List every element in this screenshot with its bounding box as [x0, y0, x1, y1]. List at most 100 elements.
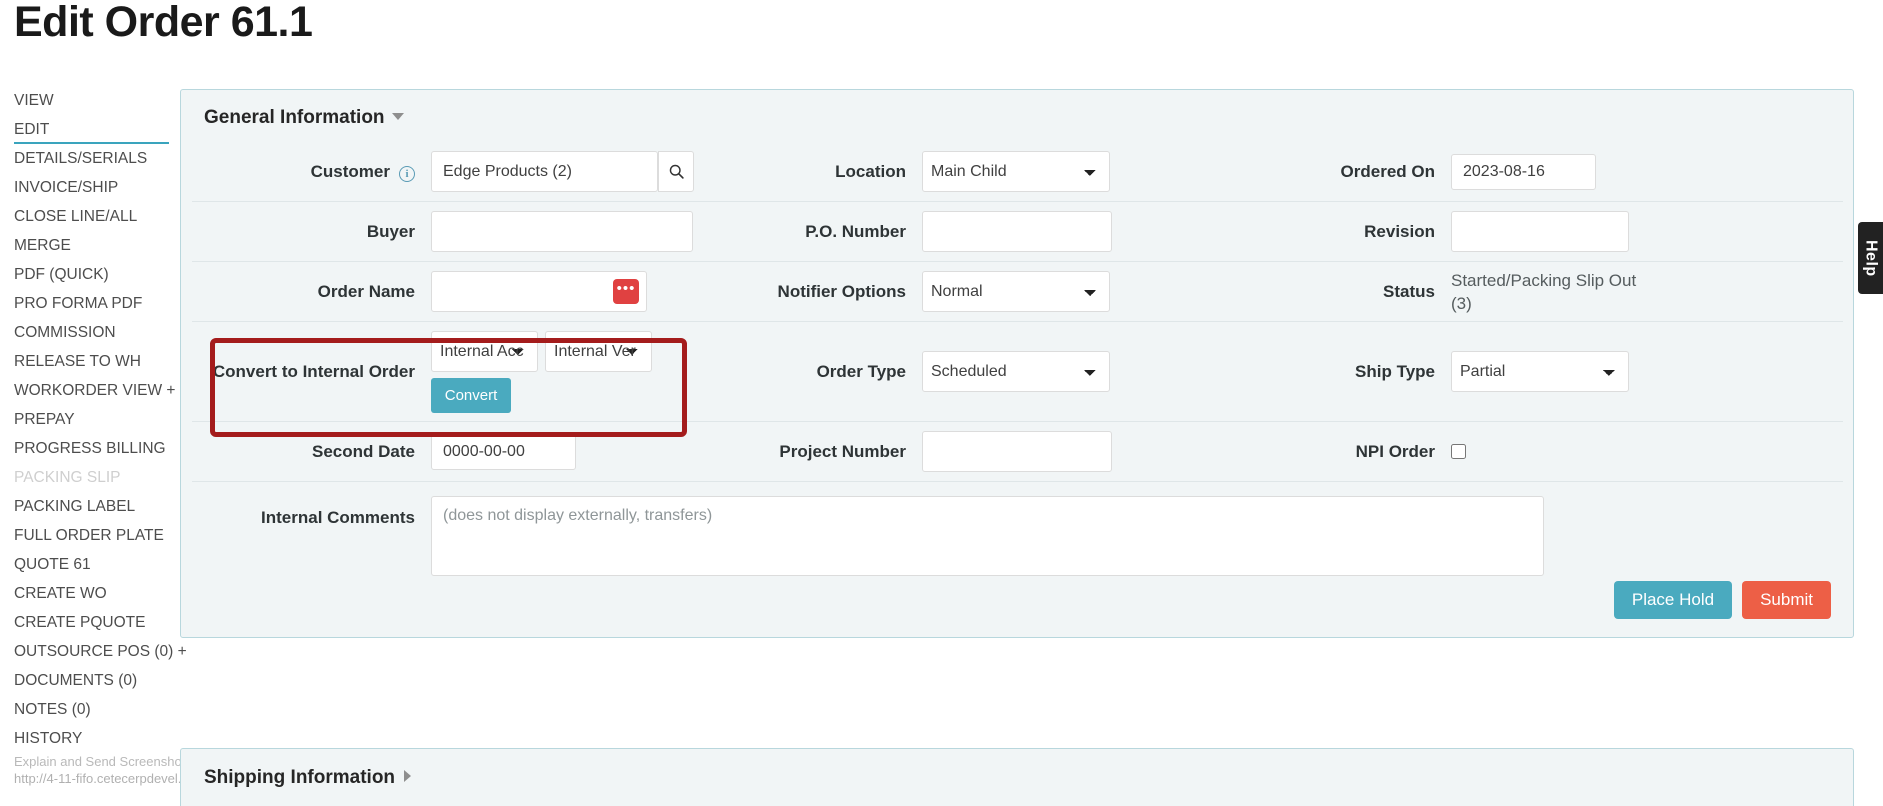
sidebar-item-edit[interactable]: EDIT [14, 115, 169, 144]
order-name-wrapper: ••• [431, 271, 647, 312]
order-type-select[interactable]: Scheduled [922, 351, 1110, 392]
project-number-input[interactable] [922, 431, 1112, 472]
form-row-second-date: Second Date Project Number NPI Order [192, 422, 1843, 482]
field-project-number: Project Number [700, 422, 1208, 481]
ordered-on-input[interactable] [1451, 153, 1596, 190]
internal-comments-textarea[interactable] [431, 496, 1544, 576]
form-row-order-name: Order Name ••• Notifier Options Normal S… [192, 262, 1843, 322]
sidebar-item-packing-slip: PACKING SLIP [14, 469, 121, 486]
npi-order-label: NPI Order [1355, 441, 1435, 461]
field-status: Status Started/Packing Slip Out (3) [1208, 262, 1843, 321]
sidebar-item-commission[interactable]: COMMISSION [14, 318, 189, 347]
chevron-down-icon[interactable] [391, 113, 404, 120]
field-ordered-on: Ordered On [1208, 142, 1843, 201]
shipping-information-title: Shipping Information [204, 767, 396, 788]
general-information-header[interactable]: General Information [204, 107, 404, 129]
sidebar-item-progress-billing[interactable]: PROGRESS BILLING [14, 434, 189, 463]
sidebar-item-notes[interactable]: NOTES (0) [14, 695, 189, 724]
info-icon[interactable]: i [399, 165, 415, 182]
field-npi-order: NPI Order [1208, 422, 1843, 481]
sidebar-item-create-wo[interactable]: CREATE WO [14, 579, 189, 608]
status-value: Started/Packing Slip Out (3) [1451, 270, 1637, 313]
npi-order-checkbox[interactable] [1451, 444, 1466, 459]
general-information-title: General Information [204, 107, 385, 128]
sidebar-item-close-line-all[interactable]: CLOSE LINE/ALL [14, 202, 189, 231]
sidebar-item-pro-forma-pdf[interactable]: PRO FORMA PDF [14, 289, 189, 318]
customer-label-text: Customer [310, 161, 390, 181]
sidebar-item-documents[interactable]: DOCUMENTS (0) [14, 666, 189, 695]
order-name-more-button[interactable]: ••• [613, 279, 639, 304]
customer-search-button[interactable] [658, 151, 694, 192]
field-revision: Revision [1208, 202, 1843, 261]
sidebar-item-prepay[interactable]: PREPAY [14, 405, 189, 434]
location-select[interactable]: Main Child [922, 151, 1110, 192]
sidebar-item-create-pquote[interactable]: CREATE PQUOTE [14, 608, 189, 637]
order-name-label: Order Name [317, 281, 415, 301]
sidebar-item-pdf-quick[interactable]: PDF (QUICK) [14, 260, 189, 289]
shipping-information-header[interactable]: Shipping Information [204, 767, 412, 789]
field-convert-to-internal-order: Convert to Internal Order Internal Acc I… [192, 322, 700, 421]
ship-type-label: Ship Type [1355, 361, 1435, 381]
field-ship-type: Ship Type Partial [1208, 322, 1843, 421]
sidebar-item-release-to-wh[interactable]: RELEASE TO WH [14, 347, 189, 376]
revision-input[interactable] [1451, 211, 1629, 252]
second-date-input[interactable] [431, 433, 576, 470]
form-row-buyer: Buyer P.O. Number Revision [192, 202, 1843, 262]
internal-comments-label: Internal Comments [261, 508, 415, 527]
ship-type-select[interactable]: Partial [1451, 351, 1629, 392]
buyer-input[interactable] [431, 211, 693, 252]
sidebar-item-workorder-view[interactable]: WORKORDER VIEW + [14, 376, 189, 405]
field-internal-comments: Internal Comments [192, 482, 1544, 582]
help-tab[interactable]: Help [1858, 222, 1883, 294]
customer-input-group [431, 151, 694, 192]
chevron-right-icon[interactable] [404, 770, 412, 782]
sidebar-item-view[interactable]: VIEW [14, 86, 189, 115]
convert-version-select[interactable]: Internal Ver [545, 330, 652, 372]
form-row-internal-comments: Internal Comments [192, 482, 1843, 582]
ordered-on-label: Ordered On [1340, 161, 1435, 181]
second-date-label: Second Date [312, 441, 415, 461]
customer-label: Customer i [192, 162, 431, 182]
convert-select-group: Internal Acc Internal Ver [431, 330, 652, 372]
buyer-label: Buyer [366, 221, 415, 241]
sidebar-item-quote-61[interactable]: QUOTE 61 [14, 550, 189, 579]
general-information-panel: General Information Customer i Edge Prod… [180, 89, 1854, 638]
po-number-label: P.O. Number [805, 221, 906, 241]
order-type-label: Order Type [816, 361, 906, 381]
sidebar-item-merge[interactable]: MERGE [14, 231, 189, 260]
notifier-options-select[interactable]: Normal [922, 271, 1110, 312]
field-customer: Customer i [192, 142, 700, 201]
place-hold-button[interactable]: Place Hold [1613, 581, 1733, 619]
search-icon [669, 164, 684, 179]
sidebar-item-outsource-pos[interactable]: OUTSOURCE POS (0) + [14, 637, 189, 666]
sidebar-item-details-serials[interactable]: DETAILS/SERIALS [14, 144, 189, 173]
convert-button[interactable]: Convert [431, 377, 511, 413]
field-location: Location Main Child [700, 142, 1208, 201]
shipping-information-panel: Shipping Information [180, 748, 1854, 806]
po-number-input[interactable] [922, 211, 1112, 252]
sidebar-item-packing-label[interactable]: PACKING LABEL [14, 492, 189, 521]
field-po-number: P.O. Number [700, 202, 1208, 261]
location-label: Location [835, 161, 906, 181]
customer-input[interactable] [431, 151, 658, 192]
form-actions: Place Hold Submit [1613, 581, 1831, 619]
help-tab-label: Help [1862, 239, 1880, 277]
field-order-type: Order Type Scheduled [700, 322, 1208, 421]
general-information-form: Customer i Location Main Child [192, 142, 1843, 582]
sidebar-nav: VIEW EDIT DETAILS/SERIALS INVOICE/SHIP C… [14, 86, 189, 753]
field-second-date: Second Date [192, 422, 700, 481]
sidebar-item-history[interactable]: HISTORY [14, 724, 189, 753]
project-number-label: Project Number [779, 441, 906, 461]
status-label: Status [1383, 281, 1435, 301]
convert-account-select[interactable]: Internal Acc [431, 330, 538, 372]
sidebar-item-full-order-plate[interactable]: FULL ORDER PLATE [14, 521, 189, 550]
sidebar-item-invoice-ship[interactable]: INVOICE/SHIP [14, 173, 189, 202]
page-title: Edit Order 61.1 [14, 0, 313, 46]
convert-label: Convert to Internal Order [212, 361, 415, 381]
submit-button[interactable]: Submit [1742, 581, 1831, 619]
field-order-name: Order Name ••• [192, 262, 700, 321]
convert-controls: Internal Acc Internal Ver Convert [431, 330, 652, 413]
form-row-convert: Convert to Internal Order Internal Acc I… [192, 322, 1843, 422]
revision-label: Revision [1364, 221, 1435, 241]
field-buyer: Buyer [192, 202, 700, 261]
